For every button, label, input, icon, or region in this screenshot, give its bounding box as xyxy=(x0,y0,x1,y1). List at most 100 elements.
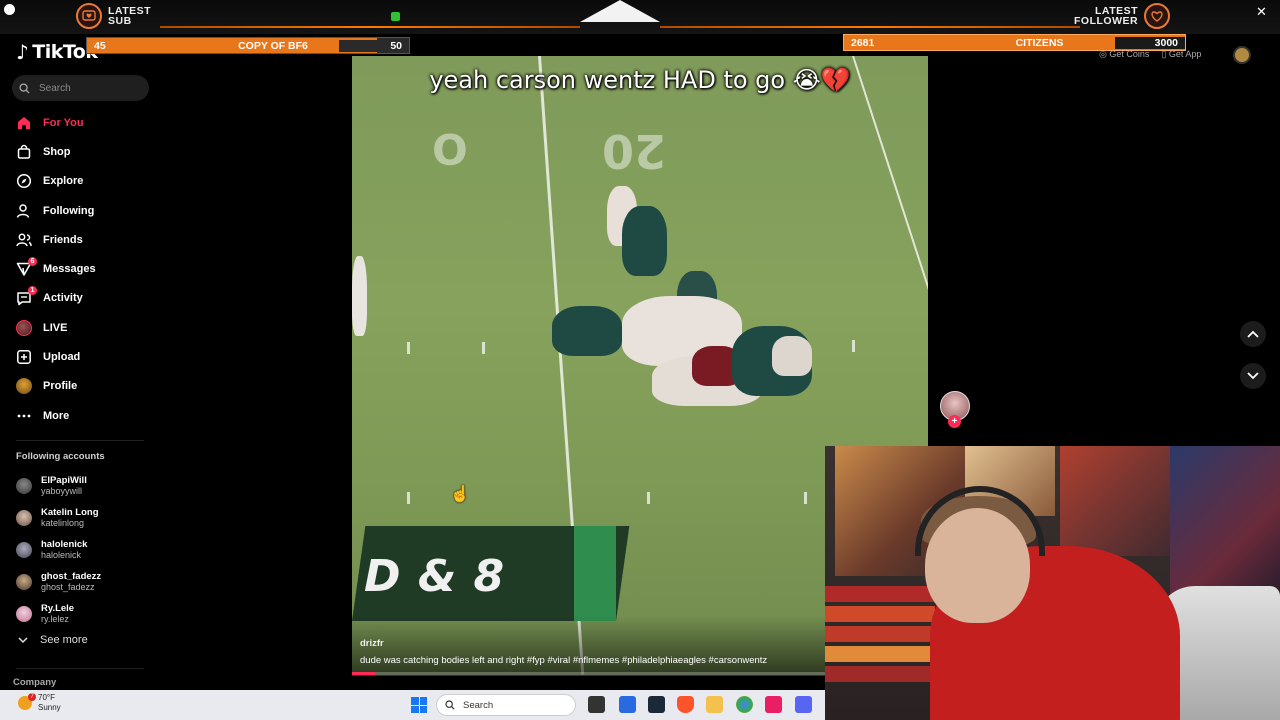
nav-label: Shop xyxy=(43,145,71,158)
get-coins-link[interactable]: ◎ Get Coins xyxy=(1099,49,1149,60)
search-icon xyxy=(445,700,455,710)
latest-sub-badge: LATEST SUB xyxy=(76,3,151,29)
following-accounts-list: ElPapiWill yaboyywill Katelin Long katelin… xyxy=(16,470,156,630)
chevron-down-icon xyxy=(18,637,28,644)
latest-follower-badge: LATEST FOLLOWER xyxy=(1074,3,1171,29)
nav-item-shop[interactable]: Shop xyxy=(0,137,160,166)
avatar xyxy=(16,510,32,526)
get-coins-label: Get Coins xyxy=(1109,49,1150,59)
profile-icon xyxy=(16,378,32,395)
follower-goal-target: 3000 xyxy=(1115,36,1185,49)
heart-icon xyxy=(1144,3,1171,29)
more-icon xyxy=(16,408,32,424)
activity-icon: 1 xyxy=(16,286,37,306)
following-account-item[interactable]: halolenick halolenick xyxy=(16,534,156,566)
nav-label: Activity xyxy=(43,292,83,305)
previous-video-button[interactable] xyxy=(1240,321,1266,347)
player xyxy=(622,206,667,276)
follower-goal-title: CITIZENS xyxy=(1015,36,1064,49)
account-name: Katelin Long xyxy=(41,507,99,518)
discord-icon[interactable] xyxy=(795,696,812,713)
shoe-box xyxy=(825,606,935,622)
nav-item-upload[interactable]: Upload xyxy=(0,342,160,371)
nav-item-messages[interactable]: 6 Messages xyxy=(0,254,160,283)
close-icon[interactable]: ✕ xyxy=(1256,4,1267,20)
taskbar-search-placeholder: Search xyxy=(463,699,494,711)
nav-item-activity[interactable]: 1 Activity xyxy=(0,284,160,313)
video-caption: yeah carson wentz HAD to go 😭💔 xyxy=(429,66,851,94)
following-account-item[interactable]: Ry.Lele ry.lelez xyxy=(16,598,156,630)
account-name: ElPapiWill xyxy=(41,475,87,486)
weather-badge: 7 xyxy=(28,693,36,701)
shop-icon xyxy=(16,144,32,160)
screen: ♪ TikTok Search For You Shop Explore Fol… xyxy=(0,0,1280,720)
wall-poster xyxy=(1060,446,1170,556)
sub-goal-target: 50 xyxy=(339,39,409,52)
next-video-button[interactable] xyxy=(1240,363,1266,389)
company-link[interactable]: Company xyxy=(13,677,56,688)
nav-item-live[interactable]: LIVE xyxy=(0,313,160,342)
nav-item-for-you[interactable]: For You xyxy=(0,108,160,137)
field-number: 20 xyxy=(602,124,667,178)
sun-icon: 7 xyxy=(18,693,36,710)
account-name: Ry.Lele xyxy=(41,603,75,614)
task-view-icon[interactable] xyxy=(588,696,605,713)
overlay-accent-line xyxy=(160,26,580,28)
footer-divider xyxy=(16,668,144,669)
avatar xyxy=(16,478,32,494)
calculator-icon[interactable] xyxy=(619,696,636,713)
search-placeholder: Search xyxy=(39,82,71,94)
nav-item-more[interactable]: More xyxy=(0,401,160,430)
steam-icon[interactable] xyxy=(648,696,665,713)
scoreboard-accent xyxy=(574,526,616,621)
taskbar-search[interactable]: Search xyxy=(436,694,576,716)
compass-icon xyxy=(16,173,32,189)
sub-goal-current: 45 xyxy=(94,39,106,52)
weather-temperature: 70°F xyxy=(38,693,55,702)
see-more-button[interactable]: See more xyxy=(18,634,88,646)
player xyxy=(772,336,812,376)
player xyxy=(352,256,367,336)
nav-item-friends[interactable]: Friends xyxy=(0,225,160,254)
follower-goal-current: 2681 xyxy=(851,36,875,49)
weather-widget[interactable]: 7 70°F Sunny xyxy=(18,693,61,713)
avatar xyxy=(16,606,32,622)
chrome-icon[interactable] xyxy=(736,696,753,713)
taskbar: 7 70°F Sunny Search xyxy=(0,690,825,720)
get-app-label: Get App xyxy=(1168,49,1202,59)
weather-condition: Sunny xyxy=(38,703,61,712)
search-icon xyxy=(19,82,30,94)
hand-cursor-icon: ☝ xyxy=(450,486,470,503)
account-name: ghost_fadezz xyxy=(41,571,102,582)
get-app-link[interactable]: ▯ Get App xyxy=(1161,49,1201,60)
search-input[interactable]: Search xyxy=(12,75,149,101)
heart-icon xyxy=(76,3,102,29)
chevron-up-icon xyxy=(1247,330,1259,338)
following-account-item[interactable]: Katelin Long katelinlong xyxy=(16,502,156,534)
down-distance-text: D & 8 xyxy=(364,551,506,602)
follow-plus-icon[interactable]: + xyxy=(948,415,961,428)
nav-label: For You xyxy=(43,116,84,129)
tiktok-app-icon[interactable] xyxy=(765,696,782,713)
main-nav: For You Shop Explore Following Friends 6… xyxy=(0,108,160,430)
following-account-item[interactable]: ElPapiWill yaboyywill xyxy=(16,470,156,502)
file-explorer-icon[interactable] xyxy=(706,696,723,713)
messages-icon: 6 xyxy=(16,257,37,277)
following-account-item[interactable]: ghost_fadezz ghost_fadezz xyxy=(16,566,156,598)
header-actions: ◎ Get Coins ▯ Get App xyxy=(1099,49,1201,60)
see-more-label: See more xyxy=(40,634,88,646)
following-accounts-title: Following accounts xyxy=(16,451,105,462)
messages-badge: 6 xyxy=(28,257,37,267)
account-handle: ry.lelez xyxy=(41,614,69,624)
account-handle: ghost_fadezz xyxy=(41,582,95,592)
brave-icon[interactable] xyxy=(677,696,694,713)
user-avatar[interactable] xyxy=(1233,46,1251,64)
nav-label: Following xyxy=(43,204,95,217)
windows-start-icon[interactable] xyxy=(411,697,427,713)
video-author[interactable]: drizfr xyxy=(360,638,384,649)
nav-item-profile[interactable]: Profile xyxy=(0,372,160,401)
webcam-overlay xyxy=(825,446,1280,720)
nav-item-following[interactable]: Following xyxy=(0,196,160,225)
nav-item-explore[interactable]: Explore xyxy=(0,167,160,196)
upload-icon xyxy=(16,349,32,365)
